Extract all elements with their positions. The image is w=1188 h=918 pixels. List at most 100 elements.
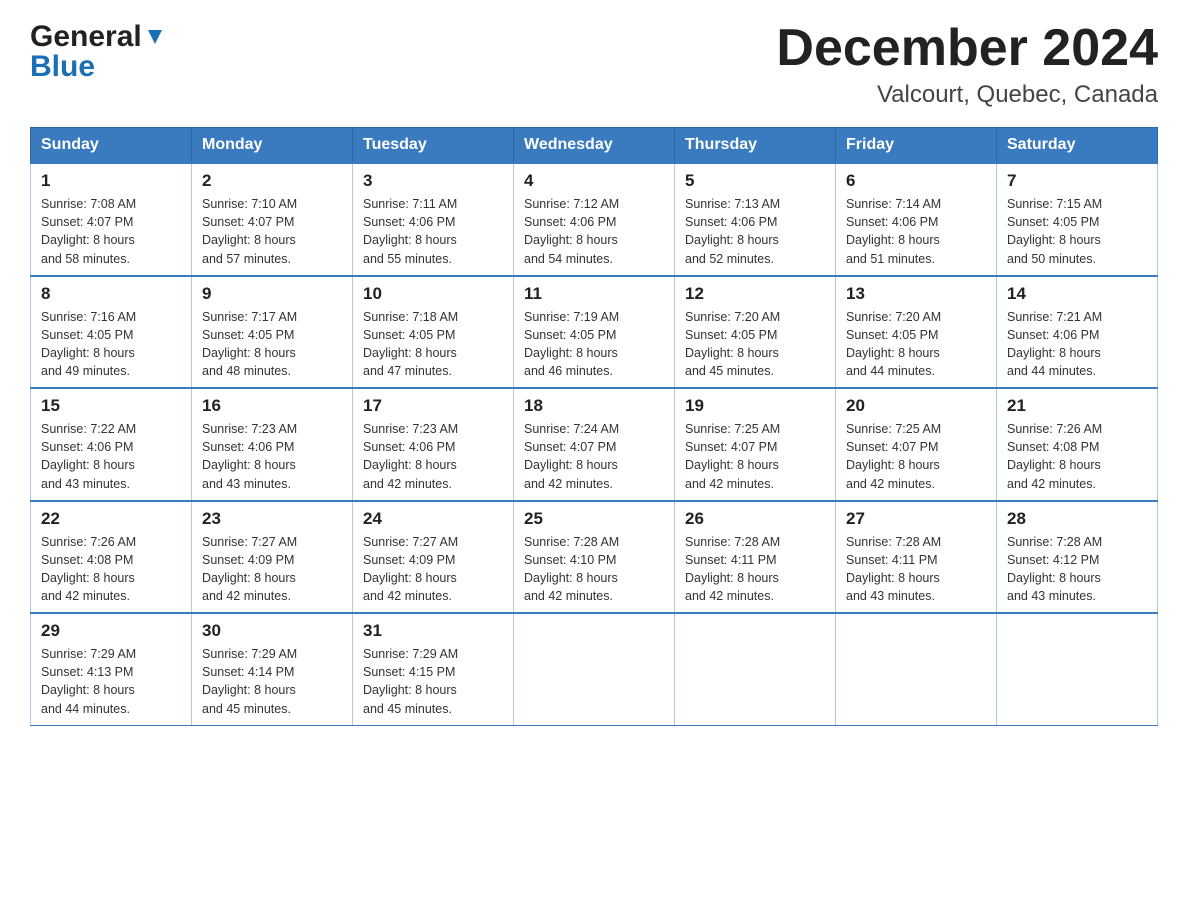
weekday-header-row: Sunday Monday Tuesday Wednesday Thursday… <box>31 128 1158 164</box>
day-number: 24 <box>363 509 503 529</box>
calendar-cell: 30Sunrise: 7:29 AMSunset: 4:14 PMDayligh… <box>192 613 353 725</box>
day-info: Sunrise: 7:18 AMSunset: 4:05 PMDaylight:… <box>363 308 503 381</box>
calendar-cell <box>675 613 836 725</box>
calendar-cell: 25 Sunrise: 7:28 AMSunset: 4:10 PMDayligh… <box>514 501 675 614</box>
calendar-cell: 7 Sunrise: 7:15 AMSunset: 4:05 PMDaylight… <box>997 163 1158 276</box>
calendar-cell: 29 Sunrise: 7:29 AMSunset: 4:13 PMDayligh… <box>31 613 192 725</box>
day-number: 15 <box>41 396 181 416</box>
day-info: Sunrise: 7:13 AMSunset: 4:06 PMDaylight:… <box>685 195 825 268</box>
day-number: 14 <box>1007 284 1147 304</box>
calendar-cell: 20 Sunrise: 7:25 AMSunset: 4:07 PMDayligh… <box>836 388 997 501</box>
day-number: 27 <box>846 509 986 529</box>
day-number: 10 <box>363 284 503 304</box>
day-number: 22 <box>41 509 181 529</box>
day-number: 3 <box>363 171 503 191</box>
day-info: Sunrise: 7:28 AMSunset: 4:12 PMDaylight:… <box>1007 533 1147 606</box>
calendar-cell: 26 Sunrise: 7:28 AMSunset: 4:11 PMDayligh… <box>675 501 836 614</box>
day-info: Sunrise: 7:29 AMSunset: 4:15 PMDaylight:… <box>363 645 503 718</box>
calendar-cell: 8Sunrise: 7:16 AMSunset: 4:05 PMDaylight… <box>31 276 192 389</box>
day-info: Sunrise: 7:25 AMSunset: 4:07 PMDaylight:… <box>685 420 825 493</box>
calendar-cell: 1 Sunrise: 7:08 AMSunset: 4:07 PMDaylight… <box>31 163 192 276</box>
day-info: Sunrise: 7:29 AMSunset: 4:14 PMDaylight:… <box>202 645 342 718</box>
calendar-cell: 3 Sunrise: 7:11 AMSunset: 4:06 PMDaylight… <box>353 163 514 276</box>
day-number: 29 <box>41 621 181 641</box>
calendar-cell: 17Sunrise: 7:23 AMSunset: 4:06 PMDayligh… <box>353 388 514 501</box>
day-info: Sunrise: 7:20 AMSunset: 4:05 PMDaylight:… <box>685 308 825 381</box>
page-header: General Blue December 2024 Valcourt, Que… <box>30 20 1158 109</box>
calendar-subtitle: Valcourt, Quebec, Canada <box>776 81 1158 109</box>
day-info: Sunrise: 7:17 AMSunset: 4:05 PMDaylight:… <box>202 308 342 381</box>
header-saturday: Saturday <box>997 128 1158 164</box>
header-tuesday: Tuesday <box>353 128 514 164</box>
day-number: 6 <box>846 171 986 191</box>
day-info: Sunrise: 7:29 AMSunset: 4:13 PMDaylight:… <box>41 645 181 718</box>
day-info: Sunrise: 7:15 AMSunset: 4:05 PMDaylight:… <box>1007 195 1147 268</box>
day-info: Sunrise: 7:27 AMSunset: 4:09 PMDaylight:… <box>363 533 503 606</box>
day-number: 7 <box>1007 171 1147 191</box>
week-row-4: 22 Sunrise: 7:26 AMSunset: 4:08 PMDayligh… <box>31 501 1158 614</box>
week-row-3: 15 Sunrise: 7:22 AMSunset: 4:06 PMDayligh… <box>31 388 1158 501</box>
day-number: 12 <box>685 284 825 304</box>
day-info: Sunrise: 7:24 AMSunset: 4:07 PMDaylight:… <box>524 420 664 493</box>
calendar-cell: 9 Sunrise: 7:17 AMSunset: 4:05 PMDaylight… <box>192 276 353 389</box>
logo-arrow-icon <box>144 26 166 48</box>
logo-general-text: General <box>30 20 142 54</box>
day-info: Sunrise: 7:22 AMSunset: 4:06 PMDaylight:… <box>41 420 181 493</box>
calendar-cell: 12 Sunrise: 7:20 AMSunset: 4:05 PMDayligh… <box>675 276 836 389</box>
calendar-cell: 2 Sunrise: 7:10 AMSunset: 4:07 PMDaylight… <box>192 163 353 276</box>
day-number: 18 <box>524 396 664 416</box>
day-number: 13 <box>846 284 986 304</box>
week-row-2: 8Sunrise: 7:16 AMSunset: 4:05 PMDaylight… <box>31 276 1158 389</box>
calendar-cell: 24 Sunrise: 7:27 AMSunset: 4:09 PMDayligh… <box>353 501 514 614</box>
day-number: 8 <box>41 284 181 304</box>
title-block: December 2024 Valcourt, Quebec, Canada <box>776 20 1158 109</box>
calendar-cell <box>997 613 1158 725</box>
calendar-cell: 18 Sunrise: 7:24 AMSunset: 4:07 PMDayligh… <box>514 388 675 501</box>
header-monday: Monday <box>192 128 353 164</box>
day-info: Sunrise: 7:08 AMSunset: 4:07 PMDaylight:… <box>41 195 181 268</box>
day-info: Sunrise: 7:20 AMSunset: 4:05 PMDaylight:… <box>846 308 986 381</box>
calendar-cell: 11 Sunrise: 7:19 AMSunset: 4:05 PMDayligh… <box>514 276 675 389</box>
day-number: 28 <box>1007 509 1147 529</box>
logo-blue-text: Blue <box>30 50 95 84</box>
day-number: 19 <box>685 396 825 416</box>
day-number: 5 <box>685 171 825 191</box>
calendar-cell: 22 Sunrise: 7:26 AMSunset: 4:08 PMDayligh… <box>31 501 192 614</box>
calendar-table: Sunday Monday Tuesday Wednesday Thursday… <box>30 127 1158 726</box>
calendar-cell: 5 Sunrise: 7:13 AMSunset: 4:06 PMDaylight… <box>675 163 836 276</box>
day-info: Sunrise: 7:26 AMSunset: 4:08 PMDaylight:… <box>41 533 181 606</box>
header-wednesday: Wednesday <box>514 128 675 164</box>
day-number: 26 <box>685 509 825 529</box>
logo: General Blue <box>30 20 166 84</box>
day-number: 25 <box>524 509 664 529</box>
day-info: Sunrise: 7:25 AMSunset: 4:07 PMDaylight:… <box>846 420 986 493</box>
day-number: 4 <box>524 171 664 191</box>
calendar-cell: 6Sunrise: 7:14 AMSunset: 4:06 PMDaylight… <box>836 163 997 276</box>
day-number: 1 <box>41 171 181 191</box>
day-info: Sunrise: 7:28 AMSunset: 4:11 PMDaylight:… <box>685 533 825 606</box>
calendar-cell: 28 Sunrise: 7:28 AMSunset: 4:12 PMDayligh… <box>997 501 1158 614</box>
day-number: 21 <box>1007 396 1147 416</box>
day-info: Sunrise: 7:11 AMSunset: 4:06 PMDaylight:… <box>363 195 503 268</box>
calendar-cell <box>514 613 675 725</box>
day-info: Sunrise: 7:26 AMSunset: 4:08 PMDaylight:… <box>1007 420 1147 493</box>
day-info: Sunrise: 7:28 AMSunset: 4:10 PMDaylight:… <box>524 533 664 606</box>
day-info: Sunrise: 7:23 AMSunset: 4:06 PMDaylight:… <box>363 420 503 493</box>
calendar-cell <box>836 613 997 725</box>
day-info: Sunrise: 7:21 AMSunset: 4:06 PMDaylight:… <box>1007 308 1147 381</box>
day-number: 31 <box>363 621 503 641</box>
calendar-cell: 23Sunrise: 7:27 AMSunset: 4:09 PMDayligh… <box>192 501 353 614</box>
calendar-cell: 16Sunrise: 7:23 AMSunset: 4:06 PMDayligh… <box>192 388 353 501</box>
calendar-cell: 19 Sunrise: 7:25 AMSunset: 4:07 PMDayligh… <box>675 388 836 501</box>
day-info: Sunrise: 7:12 AMSunset: 4:06 PMDaylight:… <box>524 195 664 268</box>
header-sunday: Sunday <box>31 128 192 164</box>
day-number: 20 <box>846 396 986 416</box>
day-info: Sunrise: 7:28 AMSunset: 4:11 PMDaylight:… <box>846 533 986 606</box>
week-row-5: 29 Sunrise: 7:29 AMSunset: 4:13 PMDayligh… <box>31 613 1158 725</box>
day-number: 9 <box>202 284 342 304</box>
day-number: 11 <box>524 284 664 304</box>
day-number: 2 <box>202 171 342 191</box>
day-info: Sunrise: 7:10 AMSunset: 4:07 PMDaylight:… <box>202 195 342 268</box>
day-info: Sunrise: 7:19 AMSunset: 4:05 PMDaylight:… <box>524 308 664 381</box>
calendar-cell: 31 Sunrise: 7:29 AMSunset: 4:15 PMDayligh… <box>353 613 514 725</box>
